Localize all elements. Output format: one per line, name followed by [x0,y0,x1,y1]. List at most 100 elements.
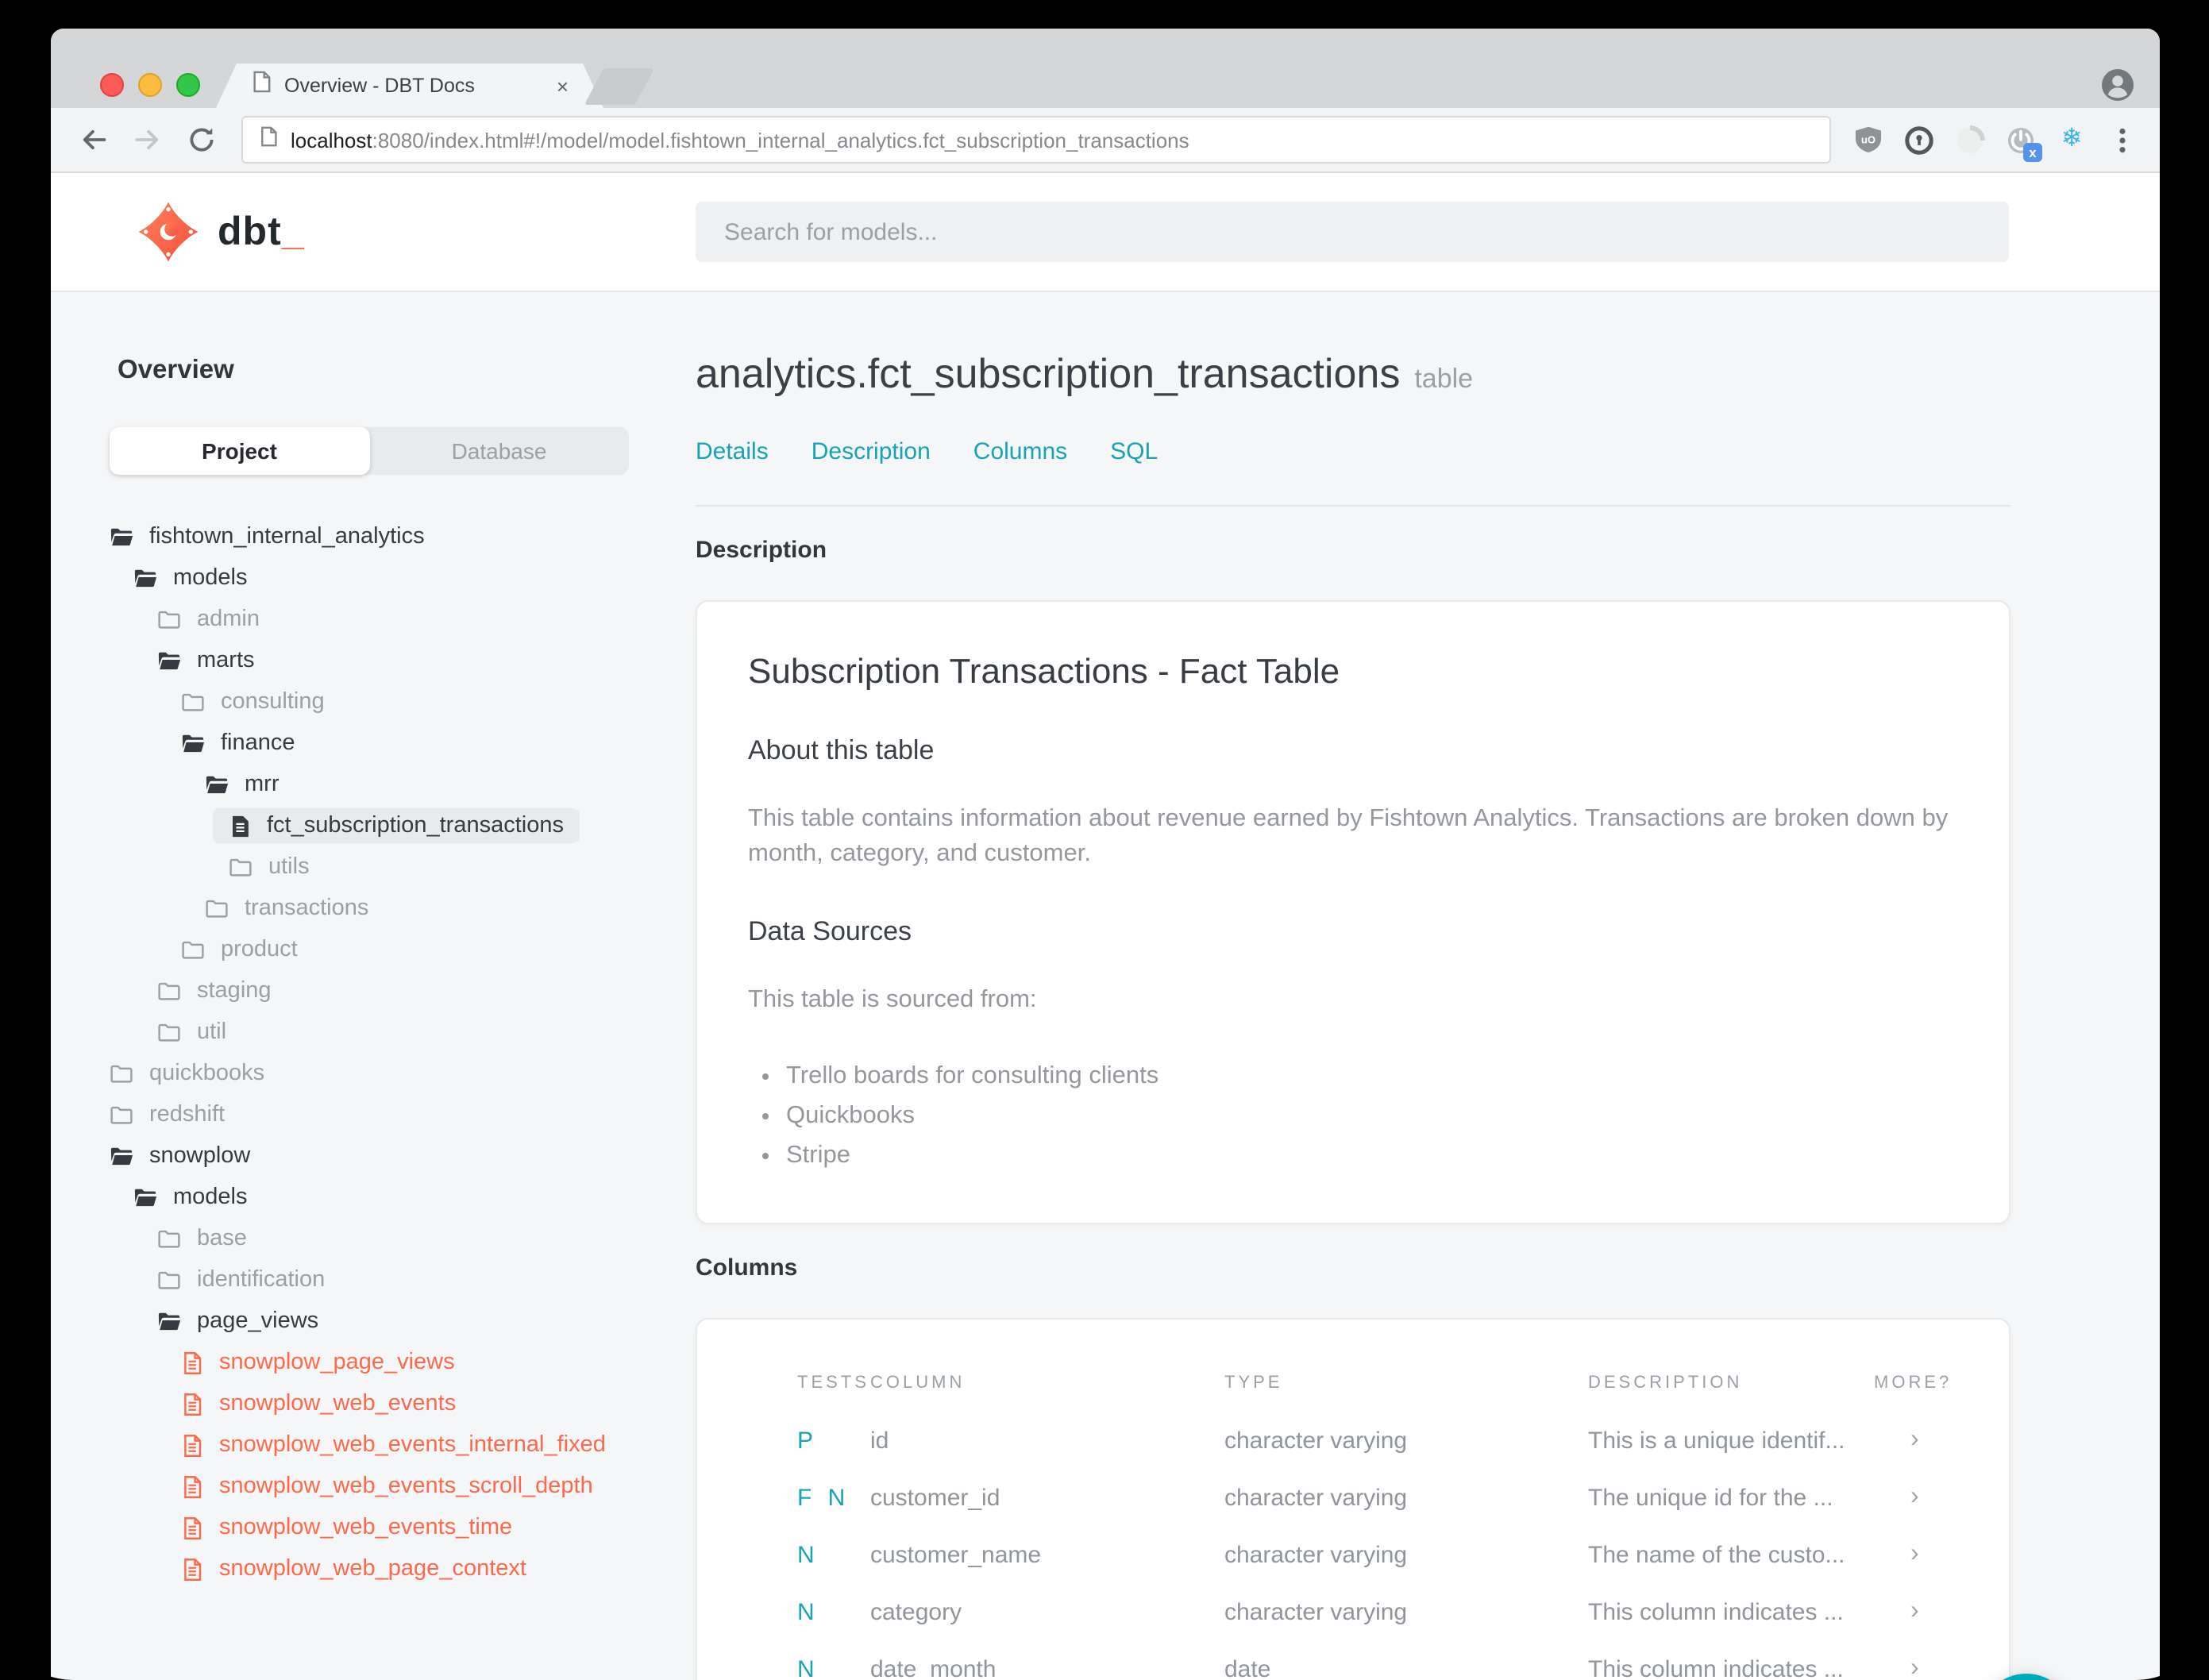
nav-link-columns[interactable]: Columns [973,438,1067,465]
source-item: Trello boards for consulting clients [786,1057,1958,1096]
expand-chevron-icon[interactable]: › [1874,1427,2009,1455]
tree-item-label: quickbooks [149,1061,265,1086]
column-row-id[interactable]: Pid character varying This is a unique ide… [697,1412,2009,1470]
nav-link-details[interactable]: Details [696,438,769,465]
tree-item-admin[interactable]: admin [51,599,688,640]
browser-menu-icon[interactable] [2107,125,2138,155]
tree-item-snowplow_web_events[interactable]: snowplow_web_events [51,1383,688,1424]
tree-item-utils[interactable]: utils [51,846,688,888]
tree-item-finance[interactable]: finance [51,722,688,764]
source-item: Quickbooks [786,1096,1958,1136]
doc-title: Subscription Transactions - Fact Table [748,651,1340,691]
tree-item-identification[interactable]: identification [51,1259,688,1300]
expand-chevron-icon[interactable]: › [1874,1655,2009,1680]
folder-closed-icon [205,896,229,920]
tab-title: Overview - DBT Docs [284,75,475,97]
nav-link-description[interactable]: Description [812,438,931,465]
file-filled-icon [229,814,251,838]
tree-item-label: redshift [149,1102,226,1127]
tree-item-label: snowplow_page_views [219,1350,455,1375]
tree-item-label: snowplow_web_events_time [219,1515,513,1540]
tree-item-marts[interactable]: marts [51,640,688,681]
source-item: Stripe [786,1136,1958,1176]
description-cell: This is a unique identif... [1588,1427,1845,1455]
extension-circle-icon[interactable] [1955,125,1985,155]
zoom-window-button[interactable] [176,73,200,97]
tree-item-redshift[interactable]: redshift [51,1094,688,1135]
address-bar[interactable]: localhost:8080/index.html#!/model/model.… [241,116,1831,164]
browser-tab[interactable]: Overview - DBT Docs × [216,64,603,108]
content-area: Overview Project Database fishtown_inter… [51,292,2160,1680]
folder-closed-icon [157,607,181,631]
new-tab-button[interactable] [584,68,655,105]
ublock-origin-icon[interactable]: uO [1853,125,1883,155]
reload-button[interactable] [183,121,221,159]
sources-list: Trello boards for consulting clientsQuic… [748,1057,1958,1176]
close-window-button[interactable] [100,73,124,97]
tree-item-snowplow[interactable]: snowplow [51,1135,688,1177]
tree-item-snowplow_page_views[interactable]: snowplow_page_views [51,1342,688,1383]
browser-window: Overview - DBT Docs × localhost:8080/ind… [51,29,2160,1680]
column-header-column: COLUMN [870,1374,966,1393]
extension-x-badge-icon[interactable]: x [2006,125,2042,161]
tab-project[interactable]: Project [110,427,369,475]
description-card: Subscription Transactions - Fact Table A… [696,600,2010,1225]
tree-item-label: identification [197,1267,326,1293]
column-row-date_month[interactable]: Ndate_month date This column indicates ...… [697,1641,2009,1680]
snowflake-icon[interactable]: ❄ [2057,125,2087,155]
tree-item-label: snowplow_web_events [219,1391,457,1416]
expand-chevron-icon[interactable]: › [1874,1541,2009,1570]
description-cell: The unique id for the ... [1588,1484,1833,1512]
tab-close-icon[interactable]: × [557,75,569,96]
tree-item-label: snowplow_web_events_scroll_depth [219,1474,593,1499]
nav-link-sql[interactable]: SQL [1110,438,1158,465]
back-button[interactable] [75,121,113,159]
tree-item-consulting[interactable]: consulting [51,681,688,722]
tree-item-snowplow_web_events_internal_fixed[interactable]: snowplow_web_events_internal_fixed [51,1424,688,1466]
tree-item-models[interactable]: models [51,1177,688,1218]
tree-item-page_views[interactable]: page_views [51,1300,688,1342]
folder-closed-icon [157,1268,181,1292]
forward-button[interactable] [129,121,167,159]
file-outline-icon [181,1474,203,1498]
tests-cell: N [797,1541,819,1569]
tab-database[interactable]: Database [369,427,629,475]
about-text: This table contains information about re… [748,805,1949,868]
tree-item-staging[interactable]: staging [51,970,688,1011]
column-name-cell: customer_id [870,1484,1000,1512]
column-header-tests: TESTS [797,1374,869,1393]
folder-open-icon [133,566,157,590]
tree-item-fishtown_internal_analytics[interactable]: fishtown_internal_analytics [51,516,688,557]
url-text: localhost:8080/index.html#!/model/model.… [291,128,1189,152]
minimize-window-button[interactable] [138,73,162,97]
tree-item-snowplow_web_events_time[interactable]: snowplow_web_events_time [51,1507,688,1548]
tree-item-models[interactable]: models [51,557,688,599]
dbt-logo[interactable]: dbt_ [137,200,305,264]
folder-closed-icon [157,1227,181,1250]
profile-avatar-icon[interactable] [2101,68,2134,102]
tree-item-fct_subscription_transactions[interactable]: fct_subscription_transactions [51,805,688,846]
tree-item-transactions[interactable]: transactions [51,888,688,929]
expand-chevron-icon[interactable]: › [1874,1598,2009,1627]
column-row-customer_name[interactable]: Ncustomer_name character varying The name … [697,1527,2009,1584]
tree-item-product[interactable]: product [51,929,688,970]
onepassword-icon[interactable] [1904,125,1934,155]
column-row-customer_id[interactable]: F N customer_id character varying The uniqu… [697,1470,2009,1527]
column-row-category[interactable]: Ncategory character varying This column in… [697,1584,2009,1641]
tree-item-label: models [173,565,248,591]
tree-item-util[interactable]: util [51,1011,688,1053]
tree-item-quickbooks[interactable]: quickbooks [51,1053,688,1094]
tree-item-label: models [173,1185,248,1210]
type-cell: character varying [1224,1598,1408,1626]
expand-chevron-icon[interactable]: › [1874,1484,2009,1512]
description-cell: This column indicates ... [1588,1598,1844,1626]
tree-item-snowplow_web_events_scroll_depth[interactable]: snowplow_web_events_scroll_depth [51,1466,688,1507]
search-input[interactable] [696,202,2009,262]
tree-item-mrr[interactable]: mrr [51,764,688,805]
tree-item-snowplow_web_page_context[interactable]: snowplow_web_page_context [51,1548,688,1589]
tree-item-base[interactable]: base [51,1218,688,1259]
model-tree: fishtown_internal_analyticsmodels admin ma… [51,516,688,1589]
file-outline-icon [181,1516,203,1539]
url-path: :8080/index.html#!/model/model.fishtown_… [372,128,1189,152]
folder-closed-icon [157,979,181,1003]
